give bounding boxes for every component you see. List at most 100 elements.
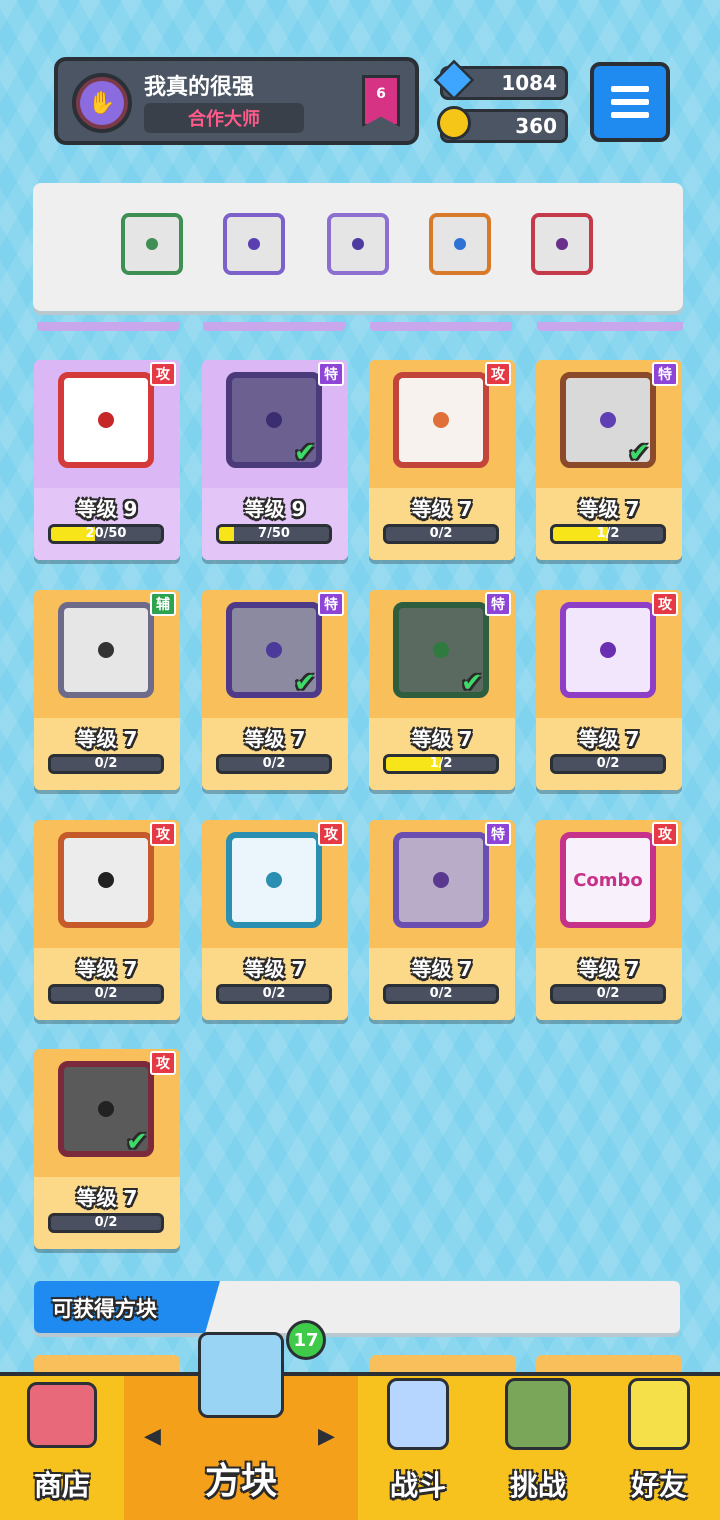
card-level: 等级 7 (411, 957, 473, 981)
block-core-icon (433, 872, 449, 888)
block-core-icon (98, 872, 114, 888)
checkmark-icon: ✔ (628, 438, 650, 468)
block-core-icon (98, 642, 114, 658)
type-badge: 特 (652, 362, 678, 386)
coin-counter[interactable]: 360 (437, 106, 568, 143)
upgrade-progress-bar: 7/50 (216, 524, 332, 544)
card-level: 等级 7 (578, 957, 640, 981)
upgrade-progress-text: 20/50 (85, 526, 127, 541)
block-card[interactable]: 特等级 7 0/2 (369, 820, 515, 1020)
nav-shop-label: 商店 (33, 1469, 90, 1502)
block-card[interactable]: 攻等级 9 20/50 (34, 360, 180, 560)
block-icon (58, 832, 154, 928)
upgrade-progress-bar: 20/50 (48, 524, 164, 544)
nav-friends-label: 好友 (630, 1469, 687, 1502)
type-badge: 攻 (318, 822, 344, 846)
upgrade-progress-bar: 0/2 (216, 754, 332, 774)
nav-battle-label: 战斗 (389, 1469, 446, 1502)
block-icon-text: Combo (573, 869, 643, 891)
type-badge: 攻 (652, 822, 678, 846)
block-card[interactable]: 攻等级 7 0/2 (536, 590, 682, 790)
upgrade-progress-text: 0/2 (94, 756, 118, 771)
card-level: 等级 9 (244, 497, 306, 521)
deck-slot-2[interactable] (223, 213, 285, 275)
upgrade-progress-text: 0/2 (429, 526, 453, 541)
block-icon (393, 832, 489, 928)
block-core-icon (98, 1101, 114, 1117)
deck-slot-1[interactable] (121, 213, 183, 275)
upgrade-progress-bar: 1/2 (550, 524, 666, 544)
block-card[interactable]: 辅等级 7 0/2 (34, 590, 180, 790)
card-level: 等级 7 (76, 957, 138, 981)
deck-slot-4[interactable] (429, 213, 491, 275)
block-card[interactable]: Combo 攻等级 7 0/2 (536, 820, 682, 1020)
block-icon (58, 372, 154, 468)
type-badge: 攻 (485, 362, 511, 386)
type-badge: 特 (485, 822, 511, 846)
card-level: 等级 7 (244, 957, 306, 981)
block-icon (393, 372, 489, 468)
avatar[interactable]: ✋ (72, 73, 132, 133)
card-level: 等级 7 (244, 727, 306, 751)
block-core-icon (600, 412, 616, 428)
deck-tab-3[interactable] (370, 322, 512, 331)
coin-count: 360 (515, 114, 557, 138)
blocks-count-badge: 17 (286, 1320, 326, 1360)
menu-button[interactable] (590, 62, 670, 142)
block-card[interactable]: 攻等级 7 0/2 (369, 360, 515, 560)
signboard-icon (505, 1378, 571, 1450)
block-core-icon (98, 412, 114, 428)
nav-friends[interactable]: 好友 (598, 1372, 720, 1520)
deck-tab-2[interactable] (203, 322, 345, 331)
upgrade-progress-bar: 1/2 (383, 754, 499, 774)
upgrade-progress-text: 1/2 (429, 756, 453, 771)
deck-slot-5[interactable] (531, 213, 593, 275)
block-core-icon (266, 872, 282, 888)
shop-icon (27, 1382, 97, 1448)
handshake-icon: ✋ (80, 81, 124, 125)
deck-tab-4[interactable] (537, 322, 683, 331)
nav-challenge[interactable]: 挑战 (478, 1372, 598, 1520)
card-level: 等级 7 (76, 727, 138, 751)
block-card[interactable]: 攻 ✔ 等级 7 0/2 (34, 1049, 180, 1249)
upgrade-progress-text: 0/2 (94, 986, 118, 1001)
block-card[interactable]: 攻等级 7 0/2 (202, 820, 348, 1020)
block-core-icon (433, 412, 449, 428)
profile-panel[interactable]: ✋ 我真的很强 合作大师 6 (54, 57, 419, 145)
upgrade-progress-text: 0/2 (262, 756, 286, 771)
block-card[interactable]: 特 ✔ 等级 7 1/2 (369, 590, 515, 790)
next-arrow-icon[interactable]: ▶ (318, 1424, 335, 1449)
block-icon (58, 602, 154, 698)
deck-slot-3[interactable] (327, 213, 389, 275)
gem-icon (433, 59, 475, 101)
block-icon (560, 602, 656, 698)
type-badge: 特 (318, 592, 344, 616)
available-label: 可获得方块 (52, 1297, 157, 1321)
deck-tab-1[interactable] (37, 322, 179, 331)
upgrade-progress-text: 0/2 (596, 756, 620, 771)
gem-counter[interactable]: 1084 (433, 59, 568, 101)
block-core-icon (433, 642, 449, 658)
nav-battle[interactable]: 战斗 (358, 1372, 478, 1520)
block-card[interactable]: 特 ✔ 等级 7 0/2 (202, 590, 348, 790)
prev-arrow-icon[interactable]: ◀ (144, 1424, 161, 1449)
coin-icon (437, 106, 471, 140)
player-title: 合作大师 (144, 103, 304, 133)
block-card[interactable]: 攻等级 7 0/2 (34, 820, 180, 1020)
gem-count: 1084 (501, 71, 557, 95)
card-level: 等级 9 (76, 497, 138, 521)
block-card[interactable]: 特 ✔ 等级 9 7/50 (202, 360, 348, 560)
type-badge: 攻 (150, 362, 176, 386)
type-badge: 特 (318, 362, 344, 386)
rank-ribbon-icon: 6 (362, 75, 400, 127)
type-badge: 攻 (150, 1051, 176, 1075)
block-card[interactable]: 特 ✔ 等级 7 1/2 (536, 360, 682, 560)
nav-shop[interactable]: 商店 (0, 1372, 124, 1520)
upgrade-progress-text: 0/2 (596, 986, 620, 1001)
upgrade-progress-text: 1/2 (596, 526, 620, 541)
upgrade-progress-bar: 0/2 (383, 524, 499, 544)
nav-challenge-label: 挑战 (509, 1469, 566, 1502)
upgrade-progress-bar: 0/2 (48, 754, 164, 774)
checkmark-icon: ✔ (126, 1127, 148, 1157)
checkmark-icon: ✔ (294, 668, 316, 698)
